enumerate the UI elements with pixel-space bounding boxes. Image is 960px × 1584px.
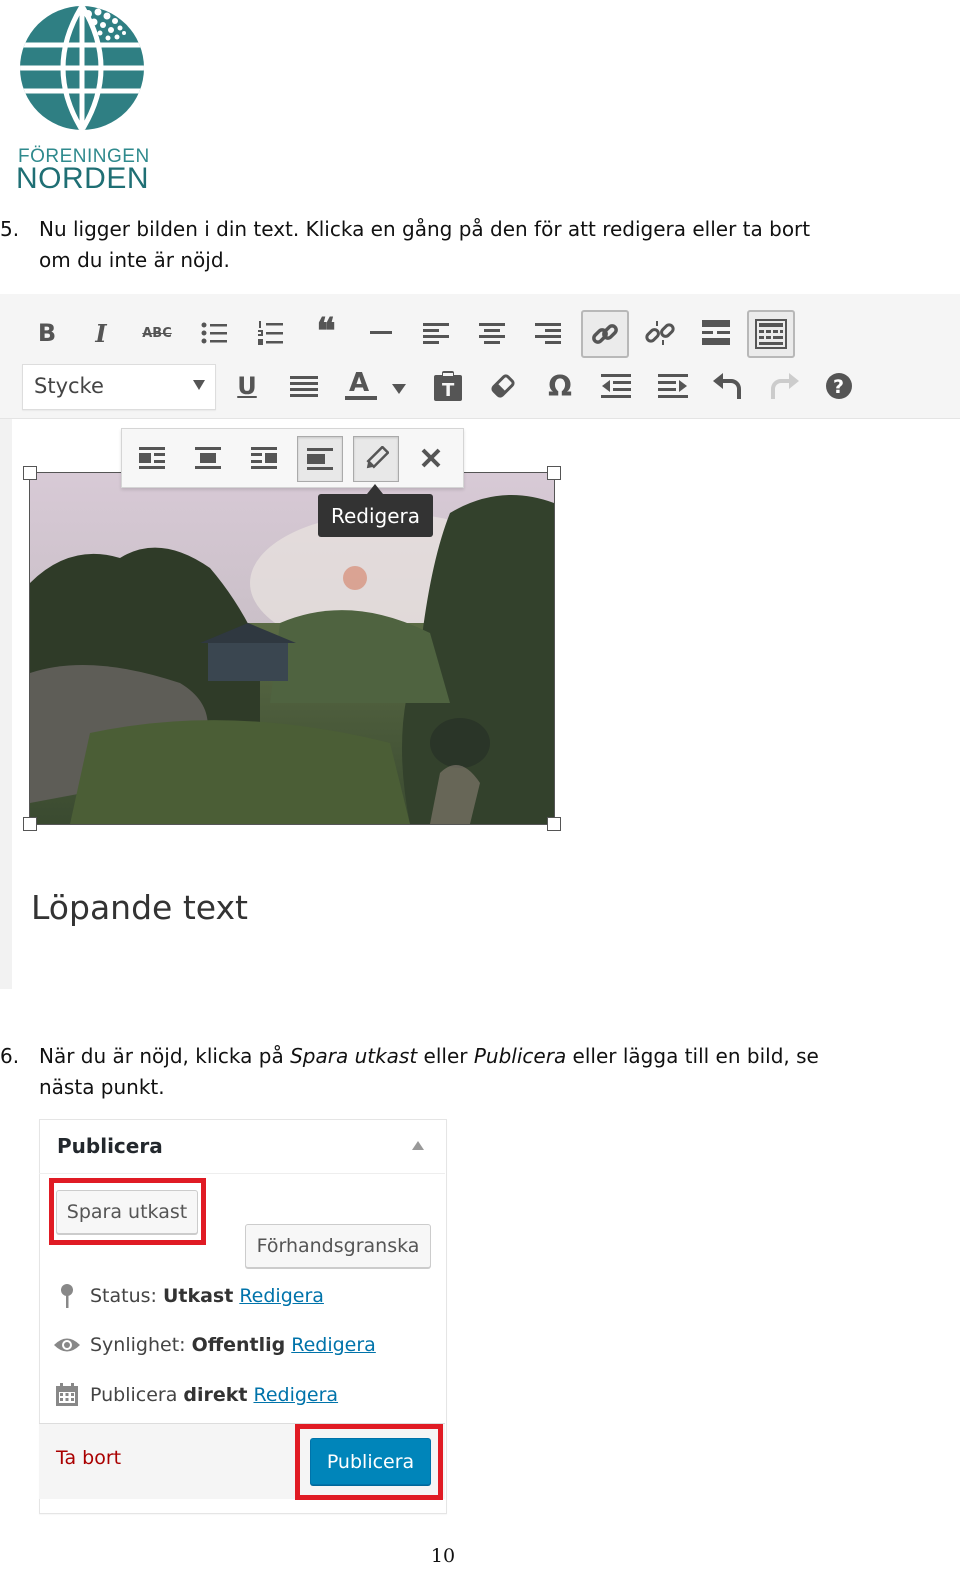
bold-icon[interactable]: B	[27, 313, 67, 353]
italic-icon[interactable]: I	[81, 313, 121, 353]
page-number: 10	[430, 1545, 456, 1567]
publish-value: direkt	[183, 1384, 248, 1406]
visibility-row: Synlighet: Offentlig Redigera	[53, 1329, 376, 1361]
step-emphasis-save-draft: Spara utkast	[290, 1044, 418, 1068]
step-number: 6.	[0, 1044, 20, 1068]
publish-label: Publicera	[90, 1384, 178, 1406]
undo-icon[interactable]	[708, 366, 748, 406]
underline-icon[interactable]: U	[227, 366, 267, 406]
collapse-arrow-icon[interactable]	[412, 1141, 424, 1150]
preview-button[interactable]: Förhandsgranska	[245, 1224, 431, 1268]
edit-tooltip: Redigera	[318, 494, 433, 537]
justify-icon[interactable]	[284, 366, 324, 406]
text-color-icon[interactable]: A	[340, 364, 380, 404]
indent-icon[interactable]	[653, 366, 693, 406]
format-select-value: Stycke	[34, 374, 104, 398]
tooltip-arrow	[367, 484, 383, 494]
strikethrough-icon[interactable]: ABC	[137, 313, 177, 353]
editor-border	[0, 418, 12, 989]
bullet-list-icon[interactable]	[194, 313, 234, 353]
special-character-icon[interactable]: Ω	[540, 366, 580, 406]
pin-icon	[53, 1282, 81, 1310]
paragraph-format-select[interactable]: Stycke	[22, 364, 216, 410]
remove-x-icon[interactable]	[409, 436, 453, 480]
clear-formatting-icon[interactable]	[483, 366, 523, 406]
paste-text-icon[interactable]: T	[428, 366, 468, 406]
chevron-down-icon	[193, 380, 205, 390]
publish-box-title: Publicera	[57, 1134, 163, 1158]
outdent-icon[interactable]	[596, 366, 636, 406]
status-row: Status: Utkast Redigera	[53, 1280, 324, 1312]
align-center-icon[interactable]	[472, 313, 512, 353]
align-right-icon[interactable]	[528, 313, 568, 353]
highlight-publish	[295, 1424, 443, 1500]
unlink-icon[interactable]	[640, 313, 680, 353]
svg-text:T: T	[442, 380, 455, 401]
resize-handle-top-left[interactable]	[23, 466, 37, 480]
align-center-icon[interactable]	[186, 436, 230, 480]
visibility-value: Offentlig	[191, 1334, 286, 1356]
step-text-line1: Nu ligger bilden i din text. Klicka en g…	[39, 217, 811, 241]
edit-pencil-icon[interactable]	[353, 436, 399, 482]
trash-link[interactable]: Ta bort	[56, 1447, 121, 1469]
eye-icon	[53, 1331, 81, 1359]
calendar-icon	[53, 1381, 81, 1409]
align-left-icon[interactable]	[130, 436, 174, 480]
step-5: 5. Nu ligger bilden i din text. Klicka e…	[0, 214, 960, 278]
svg-text:A: A	[349, 368, 369, 398]
step-text-line2: om du inte är nöjd.	[39, 248, 230, 272]
step-text-line1: När du är nöjd, klicka på Spara utkast e…	[39, 1041, 939, 1072]
step-text-line2: nästa punkt.	[39, 1075, 165, 1099]
align-left-icon[interactable]	[416, 313, 456, 353]
toolbar-toggle-icon[interactable]	[747, 310, 795, 358]
editor-body-text: Löpande text	[31, 888, 248, 927]
edit-visibility-link[interactable]: Redigera	[291, 1334, 376, 1356]
step-text: När du är nöjd, klicka på	[39, 1044, 291, 1068]
no-align-icon[interactable]	[297, 436, 343, 482]
step-text: eller lägga till en bild, se	[566, 1044, 819, 1068]
help-icon[interactable]: ?	[819, 366, 859, 406]
status-label: Status:	[90, 1285, 157, 1307]
edit-publish-date-link[interactable]: Redigera	[253, 1384, 338, 1406]
image-toolbar	[121, 428, 464, 488]
step-emphasis-publish: Publicera	[473, 1044, 567, 1068]
step-6: 6. När du är nöjd, klicka på Spara utkas…	[0, 1041, 960, 1105]
editor-toolbar: B I ABC ❝ Stycke U A T Ω ?	[0, 294, 960, 419]
publish-date-row: Publicera direkt Redigera	[53, 1379, 338, 1411]
resize-handle-top-right[interactable]	[547, 466, 561, 480]
highlight-save-draft	[49, 1178, 206, 1245]
blockquote-icon[interactable]: ❝	[306, 310, 346, 352]
resize-handle-bottom-right[interactable]	[547, 817, 561, 831]
redo-icon[interactable]	[764, 366, 804, 406]
edit-status-link[interactable]: Redigera	[239, 1285, 324, 1307]
horizontal-line-icon[interactable]	[361, 313, 401, 353]
status-value: Utkast	[162, 1285, 234, 1307]
step-number: 5.	[0, 217, 20, 241]
numbered-list-icon[interactable]	[250, 313, 290, 353]
step-text: eller	[417, 1044, 474, 1068]
inserted-image[interactable]	[29, 472, 555, 825]
resize-handle-bottom-left[interactable]	[23, 817, 37, 831]
svg-text:?: ?	[833, 376, 844, 398]
visibility-label: Synlighet:	[90, 1334, 186, 1356]
text-color-dropdown-icon[interactable]	[384, 369, 414, 409]
logo-text-norden: NORDEN	[16, 162, 150, 195]
align-right-icon[interactable]	[242, 436, 286, 480]
read-more-icon[interactable]	[696, 313, 736, 353]
link-icon[interactable]	[581, 310, 629, 358]
